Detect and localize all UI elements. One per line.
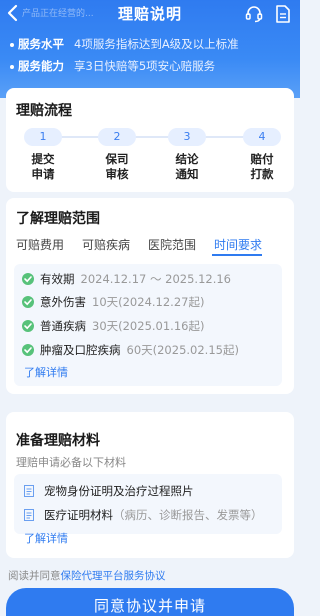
bullet-dot [10,64,14,69]
step-1-label: 提交 申请 [31,152,55,181]
document-icon [24,509,34,521]
document-icon[interactable] [274,4,292,24]
step-1-number: 1 [24,128,62,146]
check-circle-icon [22,273,34,285]
service-capacity-value: 享3日快赔等5项安心赔服务 [74,59,216,73]
customer-service-icon[interactable] [244,4,264,24]
service-capacity-key: 服务能力 [18,59,64,73]
range-item-common-disease: 普通疾病 30天(2025.01.16起) [22,318,204,334]
step-4-label: 赔付 打款 [250,152,274,181]
agreement-text: 阅读并同意保险代理平台服务协议 [8,568,166,583]
agreement-link[interactable]: 保险代理平台服务协议 [61,570,166,582]
agreement-prefix: 阅读并同意 [8,570,61,582]
material-item-medical-proof: 医疗证明材料（病历、诊断报告、发票等） [24,507,263,523]
step-2-number: 2 [98,128,136,146]
tab-hospital-scope[interactable]: 医院范围 [148,236,196,253]
materials-title: 准备理赔材料 [16,433,100,449]
service-level-key: 服务水平 [18,37,64,51]
step-2-label: 保司 审核 [105,152,129,181]
process-title: 理赔流程 [16,103,72,119]
step-3-number: 3 [168,128,206,146]
process-steps: 1 2 3 4 [10,128,281,146]
bullet-dot [10,42,14,47]
tab-covered-diseases[interactable]: 可赔疾病 [82,236,130,253]
document-icon [24,485,34,497]
check-circle-icon [22,320,34,332]
check-circle-icon [22,296,34,308]
agree-and-apply-button[interactable]: 同意协议并申请 [6,588,294,616]
nav-bar: 产品正在经营的... 理赔说明 [0,0,300,28]
service-level-row: 服务水平 4项服务指标达到A级及以上标准 [10,36,239,54]
material-item-pet-id: 宠物身份证明及治疗过程照片 [24,483,194,499]
service-capacity-row: 服务能力 享3日快赔等5项安心赔服务 [10,58,215,76]
materials-subtitle: 理赔申请必备以下材料 [16,456,126,469]
service-level-value: 4项服务指标达到A级及以上标准 [74,37,239,51]
active-tab-indicator [212,254,262,256]
scope-more-link[interactable]: 了解详情 [24,364,68,380]
steps-connector [40,136,266,138]
range-item-accident: 意外伤害 10天(2024.12.27起) [22,294,204,310]
scope-title: 了解理赔范围 [16,211,100,227]
range-item-validity: 有效期 2024.12.17 ～ 2025.12.16 [22,271,231,287]
step-3-label: 结论 通知 [175,152,199,181]
check-circle-icon [22,344,34,356]
tab-time-requirements[interactable]: 时间要求 [214,236,262,253]
range-item-tumor-oral: 肿瘤及口腔疾病 60天(2025.02.15起) [22,342,239,358]
tab-covered-costs[interactable]: 可赔费用 [16,236,64,253]
step-4-number: 4 [243,128,281,146]
materials-more-link[interactable]: 了解详情 [24,530,68,546]
header: 产品正在经营的... 理赔说明 服务水平 4项服务指标达到A级及以上标准 服务能力… [0,0,300,98]
